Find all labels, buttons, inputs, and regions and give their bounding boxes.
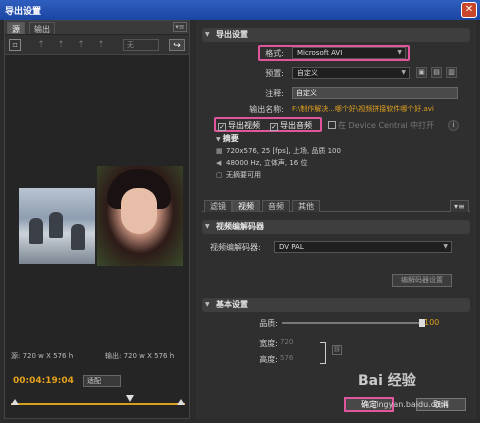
settings-menu-icon[interactable]: ▾≡ bbox=[450, 200, 469, 212]
preview-toolbar: ⌗ ⇡ ⇡ ⇡ ⇡ 无 ↪ bbox=[5, 35, 189, 55]
height-label: 高度: bbox=[259, 355, 278, 364]
crop-right-icon[interactable]: ⇡ bbox=[75, 39, 87, 51]
device-central-label: 在 Device Central 中打开 bbox=[338, 121, 435, 130]
quality-slider[interactable] bbox=[282, 319, 425, 327]
output-dimensions: 输出: 720 w X 576 h bbox=[105, 352, 175, 360]
tab-video[interactable]: 视频 bbox=[232, 200, 260, 212]
watermark-site: jingyan.baidu.com bbox=[374, 400, 448, 409]
delete-preset-icon[interactable]: ▥ bbox=[446, 67, 457, 78]
info-icon[interactable]: i bbox=[448, 120, 459, 131]
summary-video: ▦ 720x576, 25 [fps], 上场, 品质 100 bbox=[216, 147, 341, 155]
preview-frame-right bbox=[97, 166, 183, 266]
aspect-bracket bbox=[320, 342, 326, 364]
tab-other[interactable]: 其他 bbox=[292, 200, 320, 212]
tab-source[interactable]: 源 bbox=[7, 22, 25, 34]
settings-panel: 导出设置 格式: Microsoft AVI 预置: 自定义 ▣ ▤ ▥ 注释:… bbox=[196, 20, 476, 419]
timecode[interactable]: 00:04:19:04 bbox=[13, 376, 74, 386]
in-point-marker[interactable] bbox=[11, 399, 19, 405]
swap-arrow-icon[interactable]: ↪ bbox=[169, 39, 185, 51]
checkmark-icon: ✓ bbox=[270, 123, 278, 131]
export-settings-header[interactable]: 导出设置 bbox=[202, 28, 470, 42]
out-point-marker[interactable] bbox=[177, 399, 185, 405]
source-dimensions: 源: 720 w X 576 h bbox=[11, 352, 74, 360]
preset-label: 预置: bbox=[265, 69, 284, 78]
timeline-scrubber[interactable] bbox=[11, 395, 185, 407]
summary-title: 摘要 bbox=[222, 134, 239, 143]
crop-bottom-icon[interactable]: ⇡ bbox=[95, 39, 107, 51]
summary-audio: ◀ 48000 Hz, 立体声, 16 位 bbox=[216, 159, 308, 167]
save-preset-icon[interactable]: ▣ bbox=[416, 67, 427, 78]
device-central-checkbox[interactable]: 在 Device Central 中打开 bbox=[328, 120, 434, 131]
preview-frame-left bbox=[19, 188, 95, 264]
fit-select[interactable]: 适配 bbox=[83, 375, 121, 387]
document-icon: ▢ bbox=[216, 171, 223, 179]
window-title: 导出设置 bbox=[5, 7, 42, 17]
video-preview bbox=[19, 166, 189, 266]
panel-menu-icon[interactable]: ▾≡ bbox=[173, 22, 187, 32]
export-video-checkbox[interactable]: ✓ 导出视频 bbox=[218, 120, 260, 131]
export-video-label: 导出视频 bbox=[228, 121, 260, 130]
preview-panel: 源 输出 ▾≡ ⌗ ⇡ ⇡ ⇡ ⇡ 无 ↪ 源: 720 w X 576 h 输… bbox=[4, 20, 190, 419]
quality-label: 品质: bbox=[259, 319, 278, 328]
close-icon[interactable]: ✕ bbox=[461, 2, 477, 18]
speaker-icon: ◀ bbox=[216, 159, 222, 167]
tab-output[interactable]: 输出 bbox=[29, 22, 55, 34]
export-audio-label: 导出音频 bbox=[280, 121, 312, 130]
baidu-logo: Bai 经验 bbox=[358, 373, 416, 389]
film-icon: ▦ bbox=[216, 147, 223, 155]
codec-setup-button[interactable]: 编解码器设置 bbox=[392, 274, 452, 287]
basic-settings-header[interactable]: 基本设置 bbox=[202, 298, 470, 312]
codec-dropdown[interactable]: DV PAL bbox=[274, 241, 452, 253]
tab-filters[interactable]: 滤镜 bbox=[204, 200, 232, 212]
baidu-watermark: Bai 经验 jingyan.baidu.com bbox=[358, 370, 476, 416]
codec-label: 视频编解码器: bbox=[210, 243, 261, 252]
crop-top-icon[interactable]: ⇡ bbox=[55, 39, 67, 51]
import-preset-icon[interactable]: ▤ bbox=[431, 67, 442, 78]
title-bar: 导出设置 ✕ bbox=[0, 0, 480, 20]
comment-label: 注释: bbox=[265, 89, 284, 98]
width-label: 宽度: bbox=[259, 339, 278, 348]
width-value[interactable]: 720 bbox=[280, 338, 293, 346]
export-audio-checkbox[interactable]: ✓ 导出音频 bbox=[270, 120, 312, 131]
crop-ratio-select[interactable]: 无 bbox=[123, 39, 159, 51]
chain-link-icon[interactable]: ⛓ bbox=[332, 345, 342, 355]
crop-icon[interactable]: ⌗ bbox=[9, 39, 21, 51]
quality-value[interactable]: 100 bbox=[424, 318, 439, 327]
summary-none: ▢ 无摘要可用 bbox=[216, 171, 261, 179]
preset-dropdown[interactable]: 自定义 bbox=[292, 67, 410, 79]
tab-audio[interactable]: 音频 bbox=[262, 200, 290, 212]
crop-left-icon[interactable]: ⇡ bbox=[35, 39, 47, 51]
format-dropdown[interactable]: Microsoft AVI bbox=[292, 47, 406, 59]
playhead[interactable] bbox=[126, 395, 134, 402]
checkmark-icon: ✓ bbox=[218, 123, 226, 131]
summary-header[interactable]: ▼ 摘要 bbox=[216, 133, 239, 144]
height-value[interactable]: 576 bbox=[280, 354, 293, 362]
output-name-label: 输出名称: bbox=[249, 105, 284, 114]
format-label: 格式: bbox=[265, 49, 284, 58]
codec-section-header[interactable]: 视频编解码器 bbox=[202, 220, 470, 234]
comment-field[interactable]: 自定义 bbox=[292, 87, 458, 99]
preview-tabs: 源 输出 ▾≡ bbox=[5, 21, 189, 34]
output-path-link[interactable]: F:\制作解决...哪个好\视频拼接软件哪个好.avi bbox=[292, 104, 464, 114]
settings-tabs: 滤镜 视频 音频 其他 ▾≡ bbox=[202, 198, 470, 212]
